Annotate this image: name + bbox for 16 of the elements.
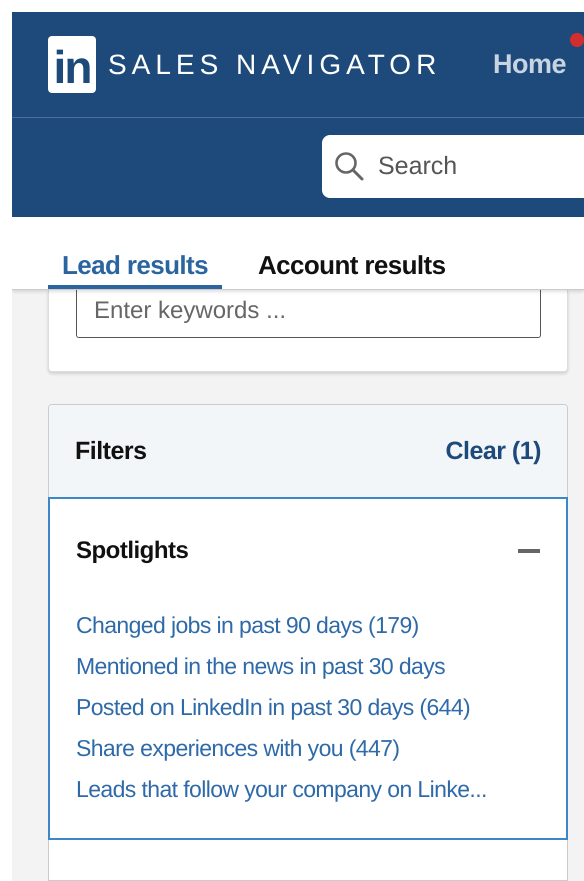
search-field[interactable]: Search	[376, 151, 540, 182]
filter-link[interactable]: Changed jobs in past 90 days (179)	[76, 605, 540, 646]
filter-link[interactable]: Mentioned in the news in past 30 days	[76, 646, 540, 687]
brand-name: SALES NAVIGATOR	[108, 48, 442, 80]
logo: in	[48, 36, 96, 93]
search-icon	[334, 150, 366, 182]
filter-link[interactable]: Share experiences with you (447)	[76, 728, 540, 769]
filter-link[interactable]: Leads that follow your company on Linke...	[76, 769, 540, 810]
search-bar[interactable]: Search	[322, 135, 584, 198]
section-title: Spotlights	[76, 537, 188, 565]
results-tab[interactable]: Account results	[244, 217, 460, 289]
filters-title: Filters	[75, 436, 147, 466]
keywords-field[interactable]: Enter keywords ...	[76, 290, 541, 338]
filter-link[interactable]: Posted on LinkedIn in past 30 days (644)	[76, 687, 540, 728]
nav-link[interactable]: Home	[492, 49, 584, 80]
clear-filters-link[interactable]: Clear (1)	[445, 436, 541, 466]
